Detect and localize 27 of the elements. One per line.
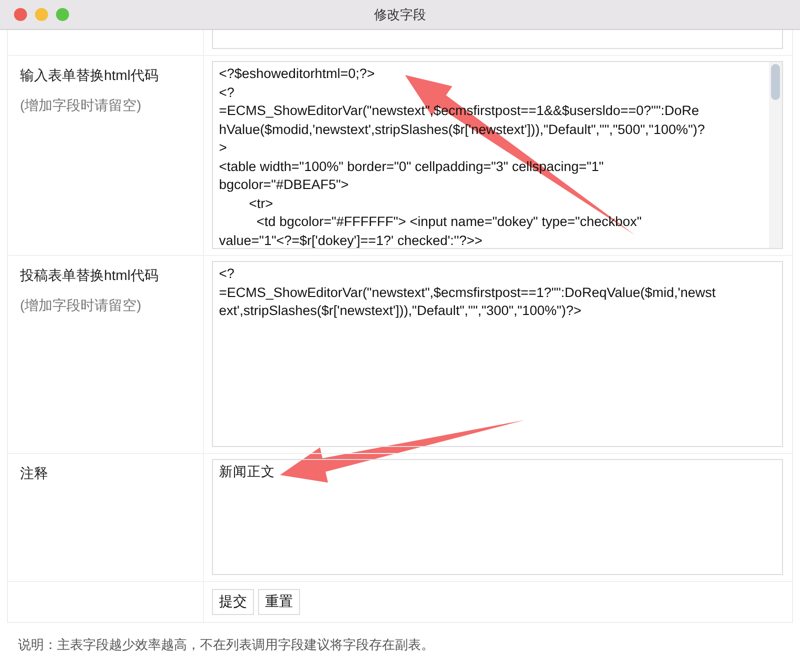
- code-line: 新闻正文: [219, 463, 275, 481]
- field-hint: (增加字段时请留空): [20, 297, 142, 315]
- code-line: >: [219, 139, 227, 157]
- submit-button[interactable]: 提交: [212, 589, 254, 615]
- reset-button[interactable]: 重置: [258, 589, 300, 615]
- code-line: =ECMS_ShowEditorVar("newstext",$ecmsfirstpost==1?"":DoReqValue($mid,'newst: [219, 284, 716, 302]
- close-button[interactable]: [14, 8, 27, 21]
- field-label: 输入表单替换html代码: [20, 67, 160, 85]
- textarea-field[interactable]: 新闻正文: [212, 459, 783, 575]
- field-hint: (增加字段时请留空): [20, 97, 142, 115]
- textarea-field[interactable]: [212, 30, 783, 49]
- code-line: ext',stripSlashes($r['newstext'])),"Default","","300","100%")?>: [219, 302, 582, 320]
- zoom-button[interactable]: [56, 8, 69, 21]
- code-line: <tr>: [248, 194, 274, 212]
- note-text: 说明：主表字段越少效率越高，不在列表调用字段建议将字段存在副表。: [17, 636, 435, 654]
- code-line: bgcolor="#DBEAF5">: [219, 176, 349, 194]
- code-line: <?$eshoweditorhtml=0;?>: [219, 65, 375, 83]
- window-title: 修改字段: [374, 6, 426, 24]
- code-line: value="1"<?=$r['dokey']==1?' checked':''?>>: [219, 232, 482, 248]
- field-label: 注释: [20, 465, 49, 483]
- textarea-field[interactable]: <? =ECMS_ShowEditorVar("newstext",$ecmsfirstpost==1?"":DoReqValue($mid,'newst ext',stripSlashes($r['newstext'])),"Default","","300","100%")?>: [212, 261, 783, 447]
- minimize-button[interactable]: [35, 8, 48, 21]
- field-label: 投稿表单替换html代码: [20, 267, 160, 285]
- code-line: <?: [219, 265, 234, 283]
- scrollbar-thumb[interactable]: [771, 64, 780, 100]
- textarea-field[interactable]: [212, 61, 783, 249]
- code-line: <?: [219, 84, 234, 102]
